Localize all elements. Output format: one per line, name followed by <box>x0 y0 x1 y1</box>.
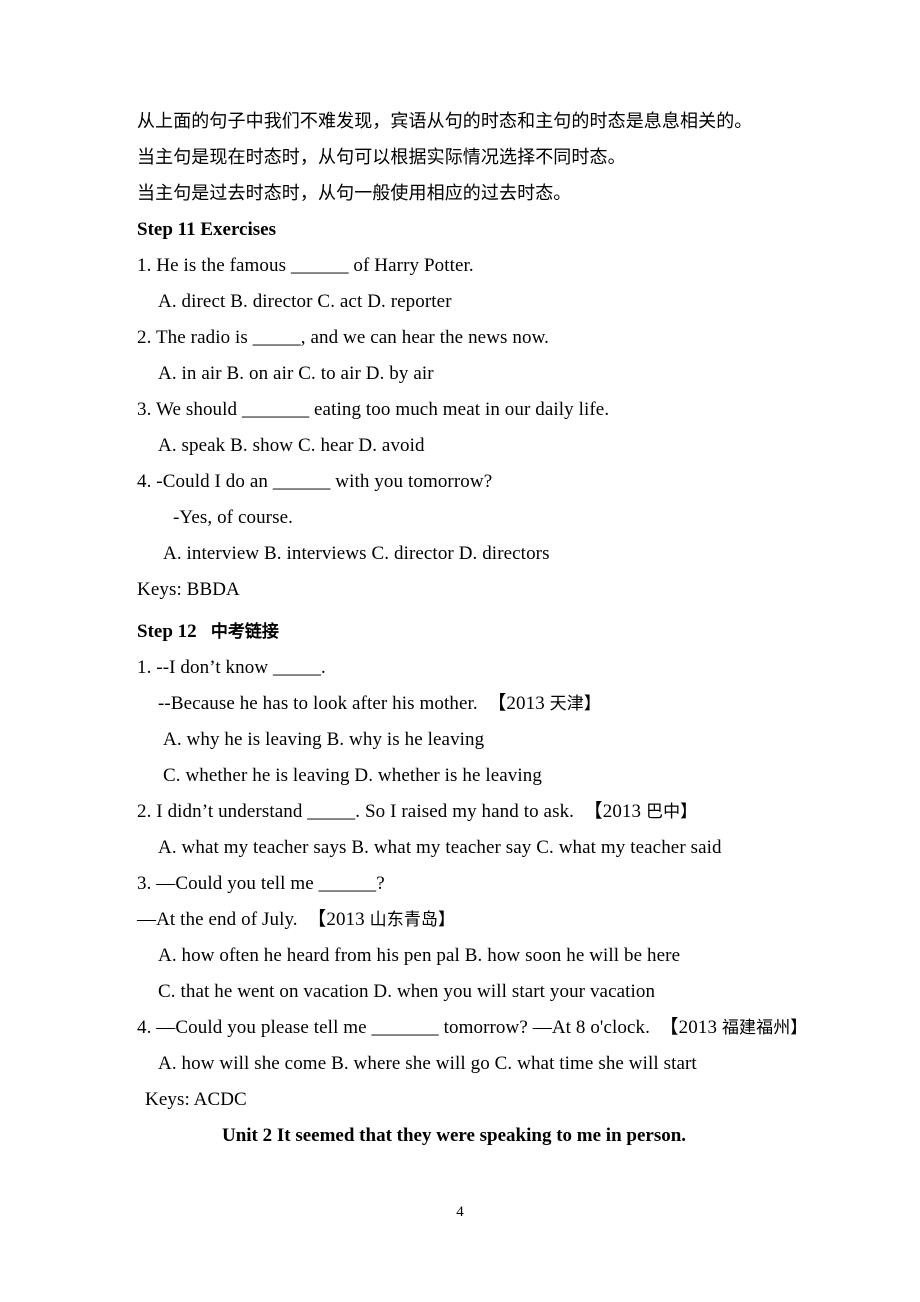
step-12-heading-label: Step 12 <box>137 621 197 642</box>
step12-question-2-source-cn: 巴中 <box>645 802 681 822</box>
step12-question-3-stem: 3. —Could you tell me ______? <box>137 873 385 894</box>
step12-question-4-options: A. how will she come B. where she will g… <box>158 1053 697 1074</box>
step12-question-3-answer: —At the end of July. 【2013 山东青岛】 <box>137 902 797 938</box>
step11-question-2-stem: 2. The radio is _____, and we can hear t… <box>137 327 550 348</box>
step12-question-1-options-row-2: C. whether he is leaving D. whether is h… <box>163 765 542 786</box>
step12-question-2-stem: 2. I didn’t understand _____. So I raise… <box>137 794 797 830</box>
step12-question-1-reply-text: --Because he has to look after his mothe… <box>158 693 550 714</box>
step11-question-4-stem: 4. -Could I do an ______ with you tomorr… <box>137 471 493 492</box>
step12-question-3-source-cn: 山东青岛 <box>369 910 439 930</box>
step11-question-2-options: A. in air B. on air C. to air D. by air <box>158 363 434 384</box>
step11-question-4-reply: -Yes, of course. <box>173 507 293 528</box>
step12-question-2-options: A. what my teacher says B. what my teach… <box>158 837 722 858</box>
step12-question-2-stem-text: 2. I didn’t understand _____. So I raise… <box>137 801 646 822</box>
step12-question-3-answer-text: —At the end of July. 【2013 <box>137 909 370 930</box>
step11-question-1-options: A. direct B. director C. act D. reporter <box>158 291 452 312</box>
document-page: 从上面的句子中我们不难发现，宾语从句的时态和主句的时态是息息相关的。 当主句是现… <box>0 0 920 1302</box>
step11-question-3-stem: 3. We should _______ eating too much mea… <box>137 399 610 420</box>
step12-question-3-options-row-1: A. how often he heard from his pen pal B… <box>158 945 681 966</box>
step12-question-3-source-close: 】 <box>438 910 456 930</box>
page-number: 4 <box>456 1204 464 1220</box>
intro-line-3: 当主句是过去时态时，从句一般使用相应的过去时态。 <box>137 183 572 204</box>
intro-line-2: 当主句是现在时态时，从句可以根据实际情况选择不同时态。 <box>137 147 626 168</box>
unit-2-title: Unit 2 It seemed that they were speaking… <box>221 1125 687 1146</box>
step12-question-1-stem: 1. --I don’t know _____. <box>137 657 326 678</box>
document-body: 从上面的句子中我们不难发现，宾语从句的时态和主句的时态是息息相关的。 当主句是现… <box>137 104 807 1154</box>
step11-question-1-stem: 1. He is the famous ______ of Harry Pott… <box>137 255 474 276</box>
intro-line-1: 从上面的句子中我们不难发现，宾语从句的时态和主句的时态是息息相关的。 <box>137 111 753 132</box>
step-11-heading: Step 11 Exercises <box>137 219 276 240</box>
step12-question-4-source-cn: 福建福州 <box>721 1018 791 1038</box>
step11-keys: Keys: BBDA <box>137 579 240 600</box>
step12-question-4-stem: 4. —Could you please tell me _______ tom… <box>137 1010 807 1046</box>
step12-question-1-reply: --Because he has to look after his mothe… <box>137 686 797 722</box>
step-12-heading: Step 12 中考链接 <box>137 614 797 650</box>
step12-question-1-source-cn: 天津 <box>549 694 584 714</box>
step12-question-4-stem-text: 4. —Could you please tell me _______ tom… <box>137 1017 722 1038</box>
step12-question-4-source-close: 】 <box>790 1018 808 1038</box>
step11-question-3-options: A. speak B. show C. hear D. avoid <box>158 435 425 456</box>
step-12-heading-cn: 中考链接 <box>210 622 279 642</box>
step12-question-3-options-row-2: C. that he went on vacation D. when you … <box>158 981 656 1002</box>
step12-keys: Keys: ACDC <box>145 1089 247 1110</box>
step11-question-4-options: A. interview B. interviews C. director D… <box>163 543 550 564</box>
step12-question-2-source-close: 】 <box>680 802 698 822</box>
step12-question-1-source-close: 】 <box>583 694 601 714</box>
step12-question-1-options-row-1: A. why he is leaving B. why is he leavin… <box>163 729 485 750</box>
